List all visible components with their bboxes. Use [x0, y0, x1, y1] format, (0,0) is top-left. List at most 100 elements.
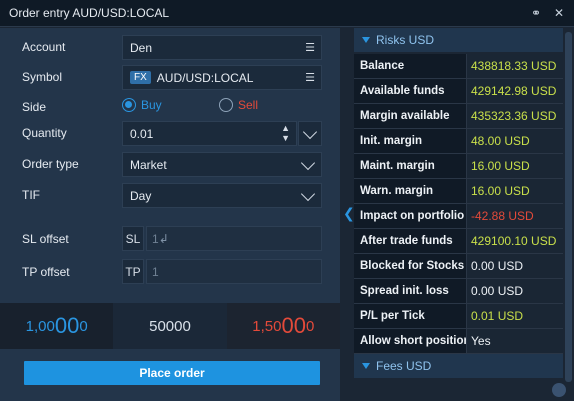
sl-prefix: SL [122, 226, 144, 251]
account-label: Account [22, 40, 66, 54]
tp-prefix: TP [122, 259, 144, 284]
quantity-stepper-icon[interactable]: ▲ ▼ [281, 123, 290, 143]
risk-row: Available funds 429142.98 USD [354, 79, 563, 104]
chevron-down-icon [300, 186, 316, 202]
risk-label: Warn. margin [354, 179, 466, 203]
risk-value: 438818.33 USD [466, 54, 563, 78]
spread-value: 50000 [113, 303, 227, 349]
title-bar: Order entry AUD/USD:LOCAL ⚭ ✕ [0, 0, 574, 27]
risk-value: 429100.10 USD [466, 229, 563, 253]
radio-selected-icon [122, 98, 136, 112]
risk-row: Spread init. loss 0.00 USD [354, 279, 563, 304]
expand-triangle-icon [362, 37, 370, 43]
risk-value: 429142.98 USD [466, 79, 563, 103]
place-order-button[interactable]: Place order [24, 361, 320, 385]
scrollbar-thumb[interactable] [565, 32, 572, 382]
bid-quote[interactable]: 1,00 00 0 [0, 303, 114, 349]
risk-row: Blocked for Stocks 0.00 USD [354, 254, 563, 279]
risk-label: Spread init. loss [354, 279, 466, 303]
link-icon[interactable]: ⚭ [529, 6, 543, 20]
quantity-label: Quantity [22, 126, 67, 140]
risk-label: Maint. margin [354, 154, 466, 178]
risk-row: Init. margin 48.00 USD [354, 129, 563, 154]
risk-row: Balance 438818.33 USD [354, 54, 563, 79]
tif-value: Day [130, 188, 152, 203]
account-field[interactable]: Den ☰ [122, 35, 322, 60]
sl-adjust-icon[interactable]: ↲ [159, 232, 169, 246]
risk-value: -42.88 USD [466, 204, 563, 228]
risk-value: 16.00 USD [466, 179, 563, 203]
sl-offset-input[interactable]: 1 ↲ [146, 226, 322, 251]
side-sell-radio[interactable]: Sell [219, 98, 258, 112]
tp-offset-value: 1 [152, 264, 159, 279]
side-buy-radio[interactable]: Buy [122, 98, 162, 112]
sl-offset-value: 1 [152, 231, 159, 246]
risk-row: After trade funds 429100.10 USD [354, 229, 563, 254]
risk-row: Impact on portfolio -42.88 USD [354, 204, 563, 229]
risk-value: 435323.36 USD [466, 104, 563, 128]
risk-label: Impact on portfolio [354, 204, 466, 228]
risk-label: Allow short position [354, 329, 466, 353]
risk-row: Warn. margin 16.00 USD [354, 179, 563, 204]
risk-label: Blocked for Stocks [354, 254, 466, 278]
sl-offset-label: SL offset [22, 232, 69, 246]
risk-value: 0.00 USD [466, 279, 563, 303]
risk-row: Maint. margin 16.00 USD [354, 154, 563, 179]
risks-panel: Risks USD Balance 438818.33 USD Available … [354, 28, 563, 401]
fx-badge: FX [130, 71, 151, 84]
risk-value: 0.00 USD [466, 254, 563, 278]
risk-row: P/L per Tick 0.01 USD [354, 304, 563, 329]
resize-grip-icon[interactable] [552, 383, 566, 397]
buy-label: Buy [141, 98, 162, 112]
bid-price-prefix: 1,00 [25, 317, 55, 335]
risk-label: After trade funds [354, 229, 466, 253]
radio-unselected-icon [219, 98, 233, 112]
expand-triangle-icon [362, 363, 370, 369]
order-type-label: Order type [22, 157, 79, 171]
ask-price-prefix: 1,50 [252, 317, 282, 335]
bid-price-big: 00 [54, 313, 80, 338]
quantity-dropdown-button[interactable] [298, 121, 322, 146]
risks-section-header[interactable]: Risks USD [354, 28, 563, 52]
risk-row: Margin available 435323.36 USD [354, 104, 563, 129]
chevron-down-icon [302, 124, 318, 140]
risk-label: Balance [354, 54, 466, 78]
quantity-input[interactable]: 0.01 ▲ ▼ [122, 121, 297, 146]
risk-label: Margin available [354, 104, 466, 128]
risk-label: P/L per Tick [354, 304, 466, 328]
risk-value: 48.00 USD [466, 129, 563, 153]
ask-price-big: 00 [281, 313, 306, 338]
risk-row: Allow short position Yes [354, 329, 563, 354]
side-label: Side [22, 100, 47, 114]
risk-value: 16.00 USD [466, 154, 563, 178]
symbol-list-icon[interactable]: ☰ [305, 71, 315, 84]
window-title: Order entry AUD/USD:LOCAL [9, 6, 170, 20]
order-type-value: Market [130, 157, 167, 172]
quote-strip: 1,00 00 0 50000 1,50 00 0 [0, 303, 340, 349]
ask-price-suffix: 0 [305, 317, 315, 335]
tp-offset-input[interactable]: 1 [146, 259, 322, 284]
fees-header-label: Fees USD [376, 359, 432, 373]
scrollbar[interactable] [563, 28, 574, 401]
tp-offset-label: TP offset [22, 265, 70, 279]
account-value: Den [130, 40, 153, 55]
quantity-value: 0.01 [130, 126, 154, 141]
risk-label: Init. margin [354, 129, 466, 153]
symbol-value: AUD/USD:LOCAL [156, 70, 254, 85]
risks-header-label: Risks USD [376, 33, 435, 47]
tif-label: TIF [22, 188, 40, 202]
symbol-field[interactable]: FX AUD/USD:LOCAL ☰ [122, 65, 322, 90]
risk-value: Yes [466, 329, 563, 353]
risk-value: 0.01 USD [466, 304, 563, 328]
order-type-select[interactable]: Market [122, 152, 322, 177]
fees-section-header[interactable]: Fees USD [354, 354, 563, 378]
chevron-down-icon [300, 155, 316, 171]
sell-label: Sell [238, 98, 259, 112]
collapse-panel-icon[interactable]: ❮ [343, 205, 355, 221]
tif-select[interactable]: Day [122, 183, 322, 208]
risk-label: Available funds [354, 79, 466, 103]
close-icon[interactable]: ✕ [552, 6, 566, 20]
account-picker-icon[interactable]: ☰ [305, 41, 315, 54]
ask-quote[interactable]: 1,50 00 0 [226, 303, 340, 349]
symbol-label: Symbol [22, 70, 63, 84]
